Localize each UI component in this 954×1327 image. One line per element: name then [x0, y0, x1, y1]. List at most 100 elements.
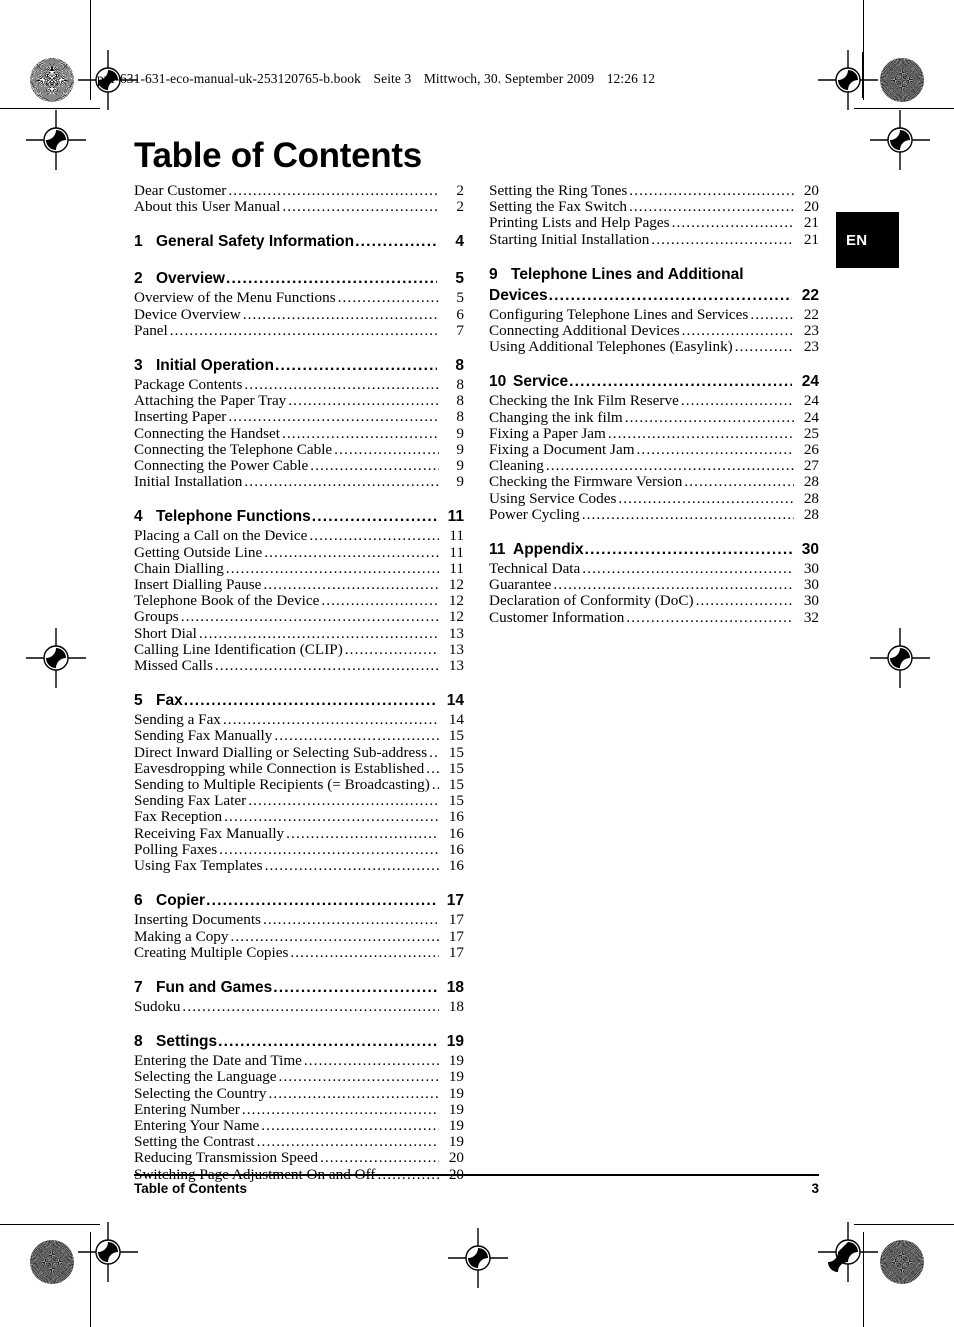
toc-entry[interactable]: Getting Outside Line....................…: [134, 544, 464, 561]
toc-entry[interactable]: Fax Reception...........................…: [134, 809, 464, 825]
toc-chapter[interactable]: 7 Fun and Games..........................…: [134, 977, 464, 998]
toc-entry[interactable]: Insert Dialling Pause...................…: [134, 576, 464, 593]
toc-entry-label: Attaching the Paper Tray: [134, 392, 287, 410]
leader-dots: ........................................…: [548, 286, 792, 304]
toc-entry[interactable]: Power Cycling...........................…: [489, 506, 819, 523]
toc-entry[interactable]: Direct Inward Dialling or Selecting Sub-…: [134, 744, 464, 761]
leader-dots: ........................................…: [182, 998, 439, 1015]
toc-entry[interactable]: Inserting Paper.........................…: [134, 409, 464, 425]
toc-entry[interactable]: Eavesdropping while Connection is Establ…: [134, 760, 464, 777]
toc-chapter-label: Copier: [156, 892, 206, 910]
toc-entry[interactable]: Receiving Fax Manually..................…: [134, 824, 464, 842]
toc-entry[interactable]: Entering the Date and Time..............…: [134, 1052, 464, 1069]
leader-dots: ........................................…: [681, 323, 794, 340]
toc-chapter[interactable]: 1 General Safety Information.............…: [134, 231, 464, 252]
leader-dots: ........................................…: [183, 692, 437, 710]
toc-entry[interactable]: Connecting Additional Devices...........…: [489, 322, 819, 340]
footer-page-number: 3: [811, 1181, 819, 1196]
leader-dots: ........................................…: [680, 393, 794, 410]
toc-entry-label: Configuring Telephone Lines and Services: [489, 305, 749, 323]
toc-entry-label: Selecting the Country: [134, 1084, 267, 1102]
toc-chapter[interactable]: 11 Appendix..............................…: [489, 539, 819, 560]
leader-dots: ........................................…: [274, 357, 437, 375]
toc-entry-label: Initial Installation: [134, 473, 243, 491]
leader-dots: ........................................…: [268, 1085, 439, 1102]
toc-entry[interactable]: Fixing a Paper Jam......................…: [489, 425, 819, 442]
toc-entry[interactable]: Printing Lists and Help Pages...........…: [489, 215, 819, 231]
toc-chapter[interactable]: 10 Service...............................…: [489, 371, 819, 392]
toc-entry[interactable]: Starting Initial Installation...........…: [489, 231, 819, 248]
toc-entry[interactable]: Connecting the Power Cable..............…: [134, 457, 464, 474]
toc-chapter-number: 3: [134, 357, 143, 375]
toc-entry[interactable]: Entering Your Name......................…: [134, 1117, 464, 1134]
toc-entry[interactable]: Cleaning................................…: [489, 458, 819, 474]
toc-entry[interactable]: Initial Installation....................…: [134, 474, 464, 490]
toc-chapter-page: 24: [801, 373, 819, 391]
toc-entry[interactable]: Customer Information....................…: [489, 609, 819, 626]
toc-chapter[interactable]: 8 Settings...............................…: [134, 1031, 464, 1052]
toc-entry[interactable]: Selecting the Country...................…: [134, 1084, 464, 1102]
toc-chapter[interactable]: 9 Telephone Lines and Additional Devices..…: [489, 264, 819, 306]
toc-entry[interactable]: Checking the Firmware Version...........…: [489, 474, 819, 490]
leader-dots: ........................................…: [282, 199, 439, 216]
toc-entry[interactable]: Telephone Book of the Device............…: [134, 593, 464, 609]
toc-entry[interactable]: Missed Calls............................…: [134, 657, 464, 674]
toc-entry[interactable]: Entering Number.........................…: [134, 1101, 464, 1118]
toc-entry[interactable]: Using Additional Telephones (Easylink)..…: [489, 339, 819, 355]
toc-entry[interactable]: Polling Faxes...........................…: [134, 841, 464, 858]
toc-entry[interactable]: Package Contents........................…: [134, 376, 464, 393]
toc-entry[interactable]: Configuring Telephone Lines and Services…: [489, 305, 819, 323]
toc-entry[interactable]: Connecting the Telephone Cable..........…: [134, 441, 464, 458]
toc-chapter[interactable]: 4 Telephone Functions....................…: [134, 506, 464, 527]
toc-entry[interactable]: Setting the Contrast....................…: [134, 1133, 464, 1150]
toc-entry-page: 5: [456, 289, 464, 307]
toc-entry[interactable]: Attaching the Paper Tray................…: [134, 393, 464, 409]
toc-entry[interactable]: Changing the ink film...................…: [489, 409, 819, 426]
toc-entry[interactable]: Sending a Fax...........................…: [134, 712, 464, 728]
toc-entry-label: Connecting the Handset: [134, 424, 280, 442]
toc-entry[interactable]: Sending Fax Later.......................…: [134, 793, 464, 809]
toc-entry[interactable]: Setting the Fax Switch..................…: [489, 199, 819, 215]
page-content: Table of Contents EN Dear Customer......…: [0, 0, 954, 1327]
toc-entry[interactable]: Using Fax Templates.....................…: [134, 857, 464, 874]
toc-entry[interactable]: Sending to Multiple Recipients (= Broadc…: [134, 776, 464, 794]
footer-title: Table of Contents: [134, 1181, 247, 1196]
toc-entry[interactable]: Chain Dialling..........................…: [134, 560, 464, 577]
toc-entry[interactable]: Selecting the Language..................…: [134, 1069, 464, 1085]
toc-entry[interactable]: Creating Multiple Copies................…: [134, 944, 464, 961]
toc-entry[interactable]: Fixing a Document Jam...................…: [489, 441, 819, 458]
toc-entry[interactable]: Technical Data..........................…: [489, 560, 819, 577]
toc-entry-page: 16: [448, 824, 464, 842]
toc-entry[interactable]: Checking the Ink Film Reserve...........…: [489, 393, 819, 409]
toc-chapter[interactable]: 3 Initial Operation......................…: [134, 355, 464, 376]
toc-entry[interactable]: Sudoku..................................…: [134, 998, 464, 1015]
toc-entry[interactable]: Device Overview.........................…: [134, 306, 464, 323]
toc-chapter[interactable]: 2 Overview...............................…: [134, 268, 464, 289]
toc-entry[interactable]: Overview of the Menu Functions..........…: [134, 290, 464, 306]
toc-entry-page: 20: [803, 182, 819, 199]
toc-chapter-label-line1: Telephone Lines and Additional: [511, 265, 744, 283]
toc-entry[interactable]: Connecting the Handset..................…: [134, 424, 464, 442]
leader-dots: ........................................…: [344, 641, 439, 658]
toc-entry[interactable]: Placing a Call on the Device............…: [134, 528, 464, 544]
toc-entry[interactable]: Using Service Codes.....................…: [489, 490, 819, 507]
toc-entry[interactable]: Dear Customer...........................…: [134, 182, 464, 199]
toc-entry[interactable]: Guarantee...............................…: [489, 577, 819, 593]
toc-entry[interactable]: About this User Manual..................…: [134, 199, 464, 215]
toc-entry-label: Making a Copy: [134, 927, 229, 945]
leader-dots: ........................................…: [225, 560, 439, 577]
leader-dots: ........................................…: [431, 777, 439, 794]
toc-entry[interactable]: Declaration of Conformity (DoC).........…: [489, 593, 819, 609]
toc-entry[interactable]: Making a Copy...........................…: [134, 927, 464, 945]
toc-entry-label: Using Additional Telephones (Easylink): [489, 338, 733, 356]
toc-entry[interactable]: Calling Line Identification (CLIP)......…: [134, 641, 464, 658]
toc-chapter[interactable]: 6 Copier.................................…: [134, 890, 464, 911]
toc-entry[interactable]: Sending Fax Manually....................…: [134, 728, 464, 744]
toc-entry[interactable]: Inserting Documents.....................…: [134, 912, 464, 928]
toc-entry[interactable]: Setting the Ring Tones..................…: [489, 182, 819, 199]
toc-entry[interactable]: Groups..................................…: [134, 609, 464, 625]
toc-chapter[interactable]: 5 Fax....................................…: [134, 690, 464, 711]
toc-entry[interactable]: Short Dial..............................…: [134, 625, 464, 642]
toc-entry[interactable]: Panel...................................…: [134, 322, 464, 339]
toc-entry[interactable]: Reducing Transmission Speed.............…: [134, 1150, 464, 1166]
